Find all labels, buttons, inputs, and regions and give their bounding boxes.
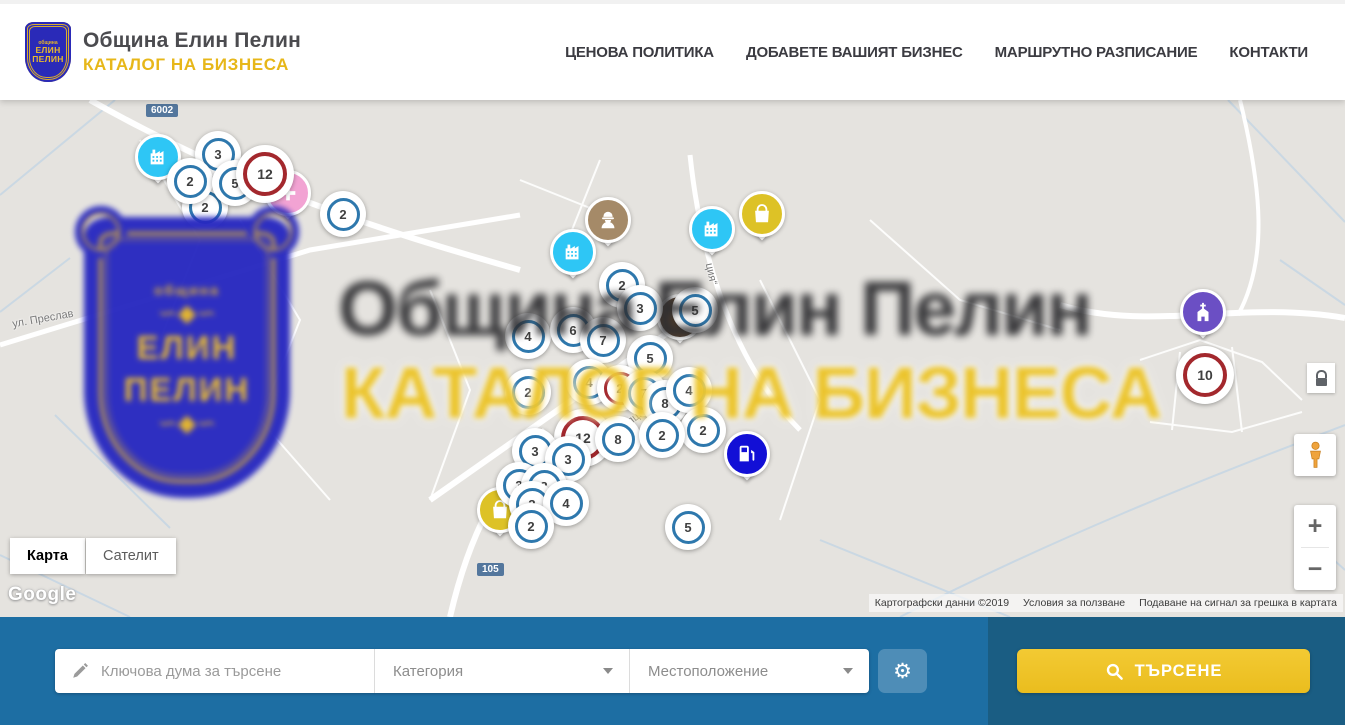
cluster-count: 2 xyxy=(512,376,545,409)
nav-item[interactable]: КОНТАКТИ xyxy=(1229,44,1308,61)
search-keyword-input[interactable] xyxy=(99,662,374,681)
location-select-label: Местоположение xyxy=(648,663,768,680)
route-shield-label: 105 xyxy=(477,563,504,576)
church-icon xyxy=(1180,289,1226,335)
category-select[interactable]: Категория xyxy=(374,649,629,693)
map-attribution: Картографски данни ©2019 Условия за ползв… xyxy=(869,594,1343,612)
site-title: Община Елин Пелин xyxy=(83,29,301,53)
map-type-satellite-button[interactable]: Сателит xyxy=(86,538,176,574)
site-subtitle: КАТАЛОГ НА БИЗНЕСА xyxy=(83,55,301,75)
map-pin-church[interactable] xyxy=(1180,289,1226,349)
factory-icon xyxy=(689,206,735,252)
zoom-out-button[interactable]: − xyxy=(1294,548,1336,590)
map-cluster-marker[interactable]: 2 xyxy=(508,503,554,549)
fuel-icon xyxy=(724,431,770,477)
attribution-link[interactable]: Подаване на сигнал за грешка в картата xyxy=(1139,597,1337,609)
cluster-count: 10 xyxy=(1183,353,1227,397)
map-pin-bag[interactable] xyxy=(739,191,785,251)
map-cluster-marker[interactable]: 8 xyxy=(595,416,641,462)
map-cluster-marker[interactable]: 10 xyxy=(1176,346,1234,404)
zoom-control: + − xyxy=(1294,505,1336,590)
search-fields: Категория Местоположение xyxy=(55,649,869,693)
map-cluster-marker[interactable]: 2 xyxy=(505,369,551,415)
map-cluster-marker[interactable]: 7 xyxy=(580,317,626,363)
search-submit-button[interactable]: ТЪРСЕНЕ xyxy=(1017,649,1310,693)
cluster-count: 2 xyxy=(327,198,360,231)
map-cluster-marker[interactable]: 4 xyxy=(505,313,551,359)
emblem-small-text: община xyxy=(38,40,57,46)
nav-item[interactable]: ДОБАВЕТЕ ВАШИЯТ БИЗНЕС xyxy=(746,44,963,61)
search-bar: Категория Местоположение ⚙ ТЪРСЕНЕ xyxy=(0,617,1345,725)
chevron-down-icon xyxy=(843,668,853,674)
route-shield-label: 6002 xyxy=(146,104,178,117)
cluster-count: 2 xyxy=(515,510,548,543)
google-logo[interactable]: Google xyxy=(8,584,76,606)
map-pin-factory[interactable] xyxy=(689,206,735,266)
keyword-field xyxy=(55,649,374,693)
cluster-count: 2 xyxy=(687,414,720,447)
map-pin-fuel[interactable] xyxy=(724,431,770,491)
map-cluster-marker[interactable]: 3 xyxy=(617,285,663,331)
map-cluster-marker[interactable]: 5 xyxy=(665,504,711,550)
nav-item[interactable]: ЦЕНОВА ПОЛИТИКА xyxy=(565,44,714,61)
pegman-icon xyxy=(1307,441,1324,469)
map-cluster-marker[interactable]: 4 xyxy=(666,367,712,413)
nav-item[interactable]: МАРШРУТНО РАЗПИСАНИЕ xyxy=(995,44,1198,61)
factory-icon xyxy=(550,229,596,275)
map-cluster-marker[interactable]: 2 xyxy=(680,407,726,453)
map-type-control: Карта Сателит xyxy=(10,538,176,574)
map-canvas[interactable]: 6002105ул. Преславбул. „Новоселци“ция“23… xyxy=(0,100,1345,617)
map-type-map-button[interactable]: Карта xyxy=(10,538,85,574)
cluster-count: 8 xyxy=(602,423,635,456)
cluster-count: 4 xyxy=(550,487,583,520)
attribution-text: Картографски данни ©2019 xyxy=(875,597,1009,609)
gear-icon: ⚙ xyxy=(893,659,912,683)
cluster-count: 4 xyxy=(673,374,706,407)
cluster-count: 4 xyxy=(512,320,545,353)
search-icon xyxy=(1105,662,1124,681)
advanced-settings-button[interactable]: ⚙ xyxy=(878,649,927,693)
map-cluster-marker[interactable]: 2 xyxy=(167,158,213,204)
cluster-count: 3 xyxy=(624,292,657,325)
page: община ЕЛИН ПЕЛИН Община Елин Пелин КАТА… xyxy=(0,0,1345,725)
lock-button[interactable] xyxy=(1307,363,1335,393)
map-cluster-marker[interactable]: 12 xyxy=(236,145,294,203)
pencil-icon xyxy=(71,662,89,680)
chevron-down-icon xyxy=(603,668,613,674)
cluster-count: 5 xyxy=(679,294,712,327)
attribution-link[interactable]: Условия за ползване xyxy=(1023,597,1125,609)
map-pin-factory[interactable] xyxy=(550,229,596,289)
street-view-pegman[interactable] xyxy=(1294,434,1336,476)
lock-icon xyxy=(1316,370,1327,378)
emblem-name-2: ПЕЛИН xyxy=(32,55,64,65)
main-nav: ЦЕНОВА ПОЛИТИКА ДОБАВЕТЕ ВАШИЯТ БИЗНЕС МАР… xyxy=(565,44,1320,61)
site-logo[interactable]: община ЕЛИН ПЕЛИН Община Елин Пелин КАТА… xyxy=(25,22,301,82)
header: община ЕЛИН ПЕЛИН Община Елин Пелин КАТА… xyxy=(0,0,1345,100)
category-select-label: Категория xyxy=(393,663,463,680)
cluster-count: 2 xyxy=(174,165,207,198)
cluster-count: 12 xyxy=(243,152,287,196)
bag-icon xyxy=(739,191,785,237)
map-cluster-marker[interactable]: 2 xyxy=(320,191,366,237)
map-cluster-marker[interactable]: 5 xyxy=(672,287,718,333)
emblem-name-1: ЕЛИН xyxy=(35,46,60,56)
location-select[interactable]: Местоположение xyxy=(629,649,869,693)
map-cluster-marker[interactable]: 2 xyxy=(639,412,685,458)
cluster-count: 2 xyxy=(646,419,679,452)
municipality-emblem-icon: община ЕЛИН ПЕЛИН xyxy=(25,22,71,82)
cluster-count: 5 xyxy=(672,511,705,544)
cluster-count: 7 xyxy=(587,324,620,357)
zoom-in-button[interactable]: + xyxy=(1294,505,1336,547)
